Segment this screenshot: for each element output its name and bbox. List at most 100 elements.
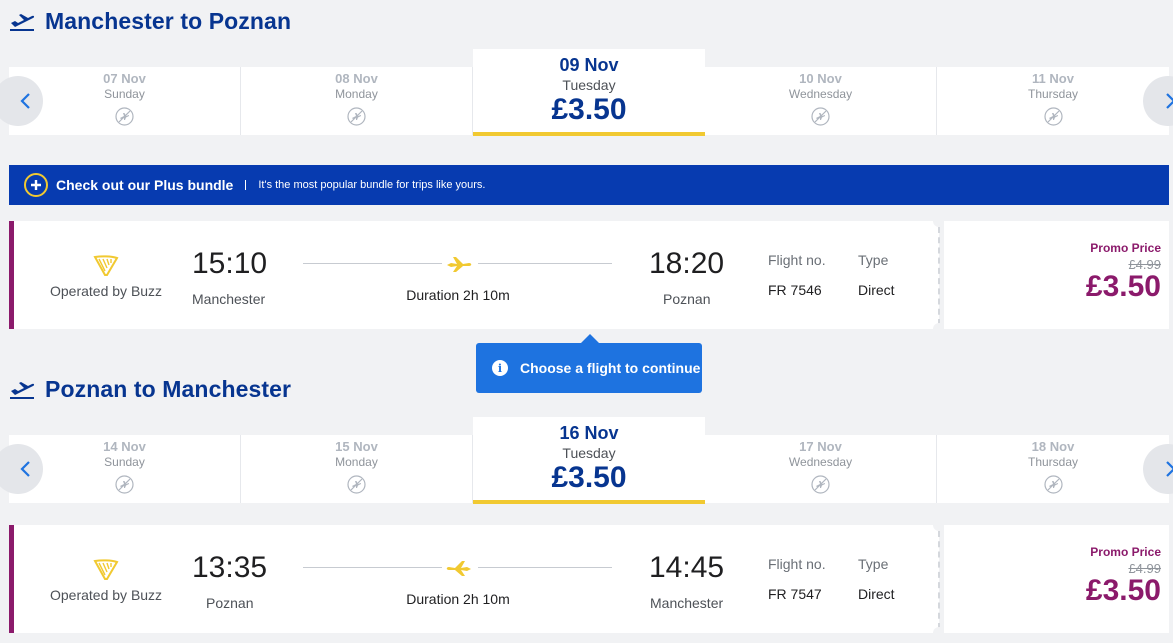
- departure-time: 15:10: [192, 247, 268, 280]
- no-flight-icon: [811, 107, 830, 126]
- date-label: 09 Nov: [559, 55, 619, 75]
- flight-duration: Duration 2h 10m: [406, 287, 510, 303]
- date-label: 07 Nov: [103, 71, 146, 86]
- date-option[interactable]: 17 Nov Wednesday: [705, 435, 937, 503]
- flight-number: FR 7547: [768, 586, 822, 602]
- chevron-left-icon: [20, 93, 30, 109]
- flight-type: Direct: [858, 586, 895, 602]
- departure-city: Poznan: [206, 595, 254, 611]
- weekday-label: Monday: [335, 87, 378, 101]
- plus-circle-icon: [24, 173, 48, 197]
- date-option-selected[interactable]: 09 Nov Tuesday £3.50: [473, 49, 705, 136]
- plane-icon: [447, 257, 472, 272]
- arrival-city: Poznan: [663, 291, 711, 307]
- date-option[interactable]: 11 Nov Thursday: [937, 67, 1169, 135]
- date-label: 16 Nov: [559, 423, 619, 443]
- date-price: £3.50: [551, 461, 627, 494]
- weekday-label: Tuesday: [562, 445, 616, 461]
- date-option[interactable]: 14 Nov Sunday: [9, 435, 241, 503]
- departure-time: 13:35: [192, 551, 268, 584]
- date-label: 08 Nov: [335, 71, 378, 86]
- date-label: 17 Nov: [799, 439, 842, 454]
- arrival-time: 18:20: [649, 247, 725, 280]
- flight-type: Direct: [858, 282, 895, 298]
- chevron-right-icon: [1166, 461, 1173, 477]
- tooltip-text: Choose a flight to continue: [520, 360, 701, 376]
- route-line: [303, 263, 442, 264]
- date-option[interactable]: 08 Nov Monday: [241, 67, 473, 135]
- arrival-city: Manchester: [650, 595, 724, 611]
- ryanair-harp-logo: [93, 255, 119, 276]
- outbound-date-strip: 07 Nov Sunday 08 Nov Monday 09 Nov Tuesd…: [0, 49, 1173, 136]
- date-option[interactable]: 07 Nov Sunday: [9, 67, 241, 135]
- weekday-label: Thursday: [1027, 87, 1079, 101]
- flight-duration: Duration 2h 10m: [406, 591, 510, 607]
- weekday-label: Tuesday: [562, 77, 616, 93]
- date-label: 15 Nov: [335, 439, 378, 454]
- weekday-label: Wednesday: [788, 87, 853, 101]
- weekday-label: Sunday: [104, 455, 145, 469]
- no-flight-icon: [1043, 475, 1063, 494]
- date-label: 18 Nov: [1031, 439, 1075, 454]
- flight-type-label: Type: [858, 252, 889, 268]
- no-flight-icon: [115, 107, 134, 126]
- date-option[interactable]: 15 Nov Monday: [241, 435, 473, 503]
- fare-price-box[interactable]: Promo Price £4.99 £3.50: [944, 221, 1169, 329]
- card-divider: [938, 531, 940, 629]
- operator-label: Operated by Buzz: [50, 587, 163, 603]
- flight-number-label: Flight no.: [768, 556, 826, 572]
- date-option[interactable]: 10 Nov Wednesday: [705, 67, 937, 135]
- date-label: 11 Nov: [1032, 71, 1074, 86]
- no-flight-icon: [811, 475, 830, 494]
- section-title: Poznan to Manchester: [45, 376, 292, 402]
- departure-city: Manchester: [192, 291, 266, 307]
- route-line: [303, 567, 442, 568]
- weekday-label: Monday: [335, 455, 378, 469]
- plane-departure-icon: [10, 13, 35, 31]
- inbound-date-strip: 14 Nov Sunday 15 Nov Monday 16 Nov Tuesd…: [0, 417, 1173, 504]
- route-line: [478, 263, 612, 264]
- date-price: £3.50: [551, 93, 627, 126]
- flight-number: FR 7546: [768, 282, 822, 298]
- fare-price: £3.50: [1085, 574, 1161, 607]
- banner-text: It's the most popular bundle for trips l…: [258, 179, 486, 191]
- flight-details[interactable]: Operated by Buzz 13:35 Poznan Duration 2…: [9, 525, 939, 633]
- info-icon: i: [492, 360, 508, 376]
- date-label: 10 Nov: [799, 71, 842, 86]
- weekday-label: Wednesday: [788, 455, 853, 469]
- page-title: Manchester to Poznan: [45, 8, 292, 34]
- date-label: 14 Nov: [103, 439, 146, 454]
- choose-flight-tooltip: i Choose a flight to continue: [476, 334, 702, 393]
- banner-title: Check out our Plus bundle: [56, 177, 234, 193]
- route-line: [478, 567, 612, 568]
- date-option[interactable]: 18 Nov Thursday: [937, 435, 1169, 503]
- weekday-label: Sunday: [104, 87, 145, 101]
- ryanair-harp-logo: [93, 559, 119, 580]
- banner-separator: [245, 180, 247, 190]
- chevron-left-icon: [20, 461, 30, 477]
- no-flight-icon: [347, 475, 366, 494]
- flight-number-label: Flight no.: [768, 252, 826, 268]
- flight-details[interactable]: Operated by Buzz 15:10 Manchester Durati…: [9, 221, 939, 329]
- outbound-flight-card[interactable]: Operated by Buzz 15:10 Manchester Durati…: [9, 215, 1169, 335]
- weekday-label: Thursday: [1027, 455, 1079, 469]
- outbound-heading: Manchester to Poznan: [9, 8, 291, 35]
- promo-price-label: Promo Price: [1090, 241, 1161, 255]
- operator-label: Operated by Buzz: [50, 283, 163, 299]
- chevron-right-icon: [1166, 93, 1173, 109]
- plane-departure-icon: [10, 381, 35, 399]
- fare-price: £3.50: [1085, 270, 1161, 303]
- arrival-time: 14:45: [649, 551, 725, 584]
- flight-type-label: Type: [858, 556, 889, 572]
- inbound-heading: Poznan to Manchester: [9, 376, 291, 403]
- fare-price-box[interactable]: Promo Price £4.99 £3.50: [944, 525, 1169, 633]
- card-divider: [938, 227, 940, 325]
- no-flight-icon: [347, 107, 366, 126]
- no-flight-icon: [115, 475, 134, 494]
- inbound-flight-card[interactable]: Operated by Buzz 13:35 Poznan Duration 2…: [9, 519, 1169, 639]
- promo-price-label: Promo Price: [1090, 545, 1161, 559]
- no-flight-icon: [1043, 107, 1063, 126]
- date-option-selected[interactable]: 16 Nov Tuesday £3.50: [473, 417, 705, 504]
- plus-bundle-banner[interactable]: Check out our Plus bundle It's the most …: [9, 165, 1169, 205]
- plane-icon: [446, 561, 471, 576]
